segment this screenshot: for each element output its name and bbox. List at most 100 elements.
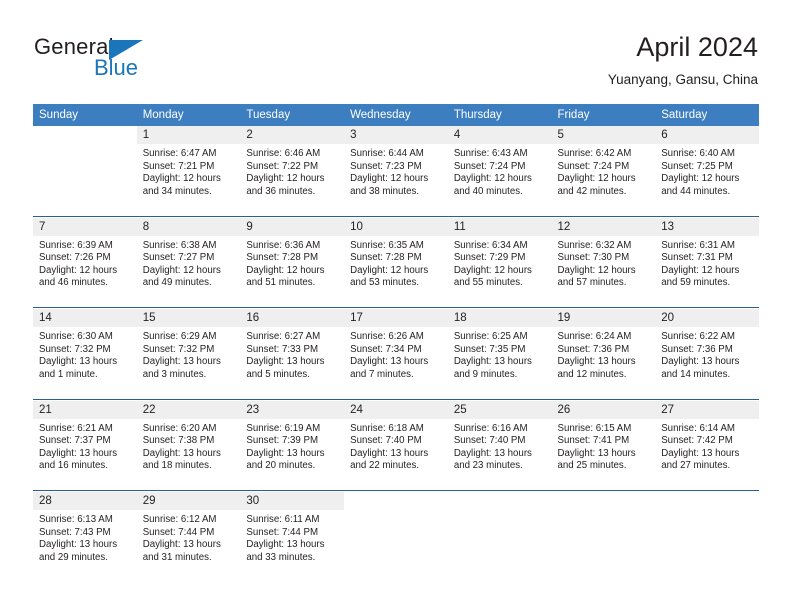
day-number-cell[interactable]: 27 <box>655 400 759 419</box>
day-number-cell[interactable]: 8 <box>136 217 241 236</box>
day-number-cell[interactable]: 13 <box>655 217 759 236</box>
page-title: April 2024 <box>636 32 758 62</box>
day-detail-cell: Sunrise: 6:26 AM Sunset: 7:34 PM Daylight:… <box>344 327 448 399</box>
day-number-cell[interactable]: 19 <box>551 309 656 327</box>
sunset-text: Sunset: 7:37 PM <box>39 435 111 447</box>
day-number-cell[interactable]: 10 <box>344 217 448 236</box>
weekday-header-saturday: Saturday <box>655 104 759 126</box>
sunrise-text: Sunrise: 6:36 AM <box>246 239 321 251</box>
sunset-text: Sunset: 7:36 PM <box>661 343 733 355</box>
day-number-cell[interactable]: 9 <box>240 217 345 236</box>
daylight-text-line2: and 18 minutes. <box>142 460 212 472</box>
day-number-cell[interactable]: 30 <box>240 492 345 510</box>
daylight-text-line2: and 38 minutes. <box>350 185 420 197</box>
daylight-text-line1: Daylight: 13 hours <box>453 447 532 459</box>
logo-text-blue: Blue <box>94 55 139 80</box>
day-detail-cell: Sunrise: 6:14 AM Sunset: 7:42 PM Daylight:… <box>655 418 759 491</box>
daylight-text-line1: Daylight: 13 hours <box>453 356 532 368</box>
daylight-text-line1: Daylight: 12 hours <box>453 173 532 185</box>
day-number-cell[interactable]: 18 <box>447 309 552 327</box>
day-number-cell[interactable]: 11 <box>447 217 552 236</box>
day-detail-cell: Sunrise: 6:27 AM Sunset: 7:33 PM Daylight:… <box>240 327 345 399</box>
sunrise-text: Sunrise: 6:31 AM <box>661 239 735 251</box>
day-number-cell[interactable]: 23 <box>240 400 345 419</box>
sunset-text: Sunset: 7:22 PM <box>246 160 319 172</box>
day-number-cell[interactable]: 26 <box>551 400 656 419</box>
day-number-cell[interactable]: 4 <box>447 126 552 144</box>
day-number-cell[interactable]: 25 <box>447 400 552 419</box>
day-number-cell[interactable]: 20 <box>655 309 759 327</box>
daylight-text-line1: Daylight: 12 hours <box>246 173 325 185</box>
day-number-cell[interactable]: 2 <box>240 126 345 144</box>
daylight-text-line2: and 1 minute. <box>39 368 98 380</box>
general-blue-logo[interactable]: General Blue <box>34 34 214 90</box>
day-detail-row: Sunrise: 6:13 AM Sunset: 7:43 PM Daylight:… <box>33 510 759 582</box>
daylight-text-line2: and 25 minutes. <box>557 460 627 472</box>
daylight-text-line2: and 20 minutes. <box>246 460 316 472</box>
daylight-text-line2: and 59 minutes. <box>661 277 731 289</box>
day-detail-cell: Sunrise: 6:29 AM Sunset: 7:32 PM Daylight:… <box>136 327 241 399</box>
weekday-header-tuesday: Tuesday <box>240 104 345 126</box>
day-number-cell[interactable]: 21 <box>33 400 137 419</box>
sunrise-text: Sunrise: 6:12 AM <box>142 514 217 525</box>
day-detail-cell: Sunrise: 6:36 AM Sunset: 7:28 PM Daylight:… <box>240 235 345 308</box>
daylight-text-line1: Daylight: 12 hours <box>350 264 429 276</box>
sunset-text: Sunset: 7:40 PM <box>350 435 422 447</box>
daylight-text-line1: Daylight: 12 hours <box>350 173 429 185</box>
weekday-header-friday: Friday <box>551 104 656 126</box>
sunset-text: Sunset: 7:32 PM <box>39 343 111 355</box>
daylight-text-line1: Daylight: 12 hours <box>39 264 118 276</box>
sunset-text: Sunset: 7:38 PM <box>142 435 215 447</box>
daylight-text-line1: Daylight: 13 hours <box>142 539 221 551</box>
sunset-text: Sunset: 7:44 PM <box>142 526 215 538</box>
day-number-cell[interactable]: 14 <box>33 309 137 327</box>
sunset-text: Sunset: 7:41 PM <box>557 435 630 447</box>
sunrise-text: Sunrise: 6:42 AM <box>557 148 632 159</box>
day-number-cell[interactable]: 5 <box>551 126 656 144</box>
daylight-text-line1: Daylight: 13 hours <box>246 356 325 368</box>
daylight-text-line1: Daylight: 13 hours <box>557 356 636 368</box>
sunrise-text: Sunrise: 6:21 AM <box>39 422 113 434</box>
day-number-cell[interactable]: 12 <box>551 217 656 236</box>
title-block: April 2024 Yuanyang, Gansu, China <box>608 30 758 88</box>
daylight-text-line1: Daylight: 12 hours <box>142 173 221 185</box>
day-number-cell[interactable]: 3 <box>344 126 448 144</box>
daylight-text-line1: Daylight: 13 hours <box>39 447 118 459</box>
daylight-text-line2: and 9 minutes. <box>453 368 518 380</box>
sunrise-text: Sunrise: 6:46 AM <box>246 148 321 159</box>
day-detail-cell: Sunrise: 6:42 AM Sunset: 7:24 PM Daylight:… <box>551 144 656 216</box>
weekday-header-thursday: Thursday <box>447 104 552 126</box>
day-number-cell[interactable]: 24 <box>344 400 448 419</box>
daylight-text-line1: Daylight: 13 hours <box>661 356 740 368</box>
day-detail-cell: Sunrise: 6:34 AM Sunset: 7:29 PM Daylight:… <box>447 235 552 308</box>
sunrise-text: Sunrise: 6:11 AM <box>246 514 320 525</box>
daylight-text-line1: Daylight: 12 hours <box>142 264 221 276</box>
sunrise-text: Sunrise: 6:29 AM <box>142 331 217 342</box>
daylight-text-line2: and 40 minutes. <box>453 185 523 197</box>
weekday-header-sunday: Sunday <box>33 104 137 126</box>
sunset-text: Sunset: 7:30 PM <box>557 252 630 264</box>
day-number-cell[interactable]: 16 <box>240 309 345 327</box>
day-number-cell[interactable]: 15 <box>136 309 241 327</box>
sunset-text: Sunset: 7:43 PM <box>39 526 111 538</box>
day-number-cell[interactable]: 22 <box>136 400 241 419</box>
day-number-cell[interactable]: 17 <box>344 309 448 327</box>
day-number-cell[interactable]: 28 <box>33 492 137 510</box>
day-number-cell[interactable]: 6 <box>655 126 759 144</box>
sunset-text: Sunset: 7:25 PM <box>661 160 733 172</box>
day-detail-cell: Sunrise: 6:47 AM Sunset: 7:21 PM Daylight:… <box>136 144 241 216</box>
day-detail-cell: Sunrise: 6:31 AM Sunset: 7:31 PM Daylight:… <box>655 235 759 308</box>
sunrise-text: Sunrise: 6:24 AM <box>557 331 632 342</box>
sunrise-text: Sunrise: 6:13 AM <box>39 514 113 525</box>
sunrise-text: Sunrise: 6:22 AM <box>661 331 735 342</box>
day-detail-row: Sunrise: 6:21 AM Sunset: 7:37 PM Daylight:… <box>33 418 759 491</box>
day-number-cell[interactable]: 29 <box>136 492 241 510</box>
day-number-cell[interactable]: 1 <box>136 126 241 144</box>
sunrise-text: Sunrise: 6:39 AM <box>39 239 113 251</box>
daylight-text-line2: and 53 minutes. <box>350 277 420 289</box>
day-number-cell[interactable]: 7 <box>33 217 137 236</box>
sunset-text: Sunset: 7:28 PM <box>246 252 319 264</box>
daylight-text-line2: and 22 minutes. <box>350 460 420 472</box>
day-detail-cell: Sunrise: 6:18 AM Sunset: 7:40 PM Daylight:… <box>344 418 448 491</box>
daylight-text-line1: Daylight: 12 hours <box>453 264 532 276</box>
